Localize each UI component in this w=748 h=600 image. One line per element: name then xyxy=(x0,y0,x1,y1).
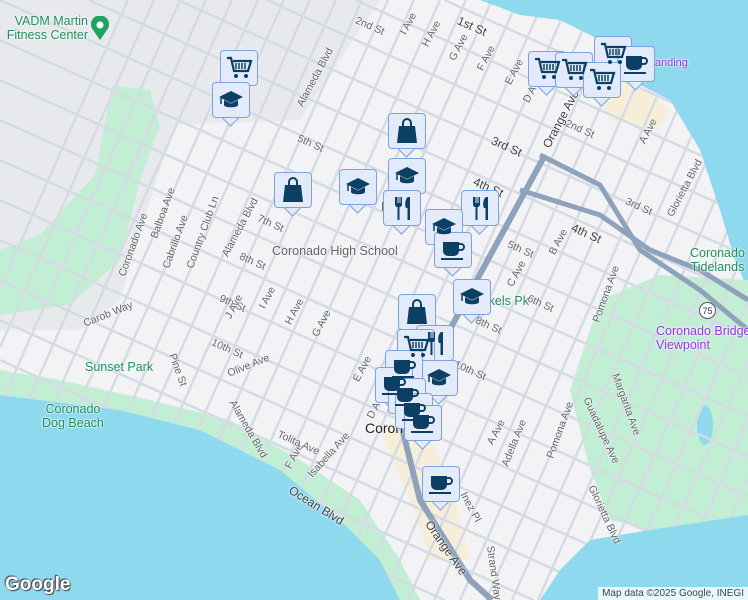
poi-sunset-park[interactable]: Sunset Park xyxy=(85,360,153,374)
shopping-bag-icon xyxy=(388,113,426,149)
map-attribution[interactable]: Map data ©2025 Google, INEGI xyxy=(598,587,748,600)
shopping-bag-icon xyxy=(398,294,436,330)
graduation-cap-icon xyxy=(453,279,491,315)
poi-bridge-viewpoint[interactable]: Coronado Bridge Viewpoint xyxy=(656,324,748,352)
grocery-marker[interactable] xyxy=(583,62,621,108)
cafe-marker[interactable] xyxy=(422,466,460,512)
graduation-cap-icon xyxy=(420,360,458,396)
school-marker[interactable] xyxy=(212,82,250,128)
google-logo: Google xyxy=(5,574,71,595)
poi-fitness-center[interactable]: VADM Martin Fitness Center xyxy=(0,14,88,42)
poi-tidelands[interactable]: Coronado Tidelands xyxy=(690,246,745,274)
shopping-marker[interactable] xyxy=(388,113,426,159)
shopping-cart-icon xyxy=(583,62,621,98)
shopping-cart-icon xyxy=(220,50,258,86)
restaurant-marker[interactable] xyxy=(461,190,499,236)
shopping-marker[interactable] xyxy=(274,172,312,218)
poi-high-school[interactable]: Coronado High School xyxy=(272,244,398,258)
cafe-marker[interactable] xyxy=(404,405,442,451)
poi-dog-beach[interactable]: Coronado Dog Beach xyxy=(42,402,104,430)
shopping-bag-icon xyxy=(274,172,312,208)
restaurant-marker[interactable] xyxy=(383,190,421,236)
graduation-cap-icon xyxy=(388,158,426,194)
graduation-cap-icon xyxy=(212,82,250,118)
fork-knife-icon xyxy=(461,190,499,226)
cafe-marker[interactable] xyxy=(434,232,472,278)
fork-knife-icon xyxy=(383,190,421,226)
coffee-cup-icon xyxy=(434,232,472,268)
school-marker[interactable] xyxy=(339,169,377,215)
fitness-center-pin-icon[interactable] xyxy=(90,15,110,40)
coffee-cup-icon xyxy=(404,405,442,441)
highway-shield-icon: 75 xyxy=(699,302,716,319)
coffee-cup-icon xyxy=(422,466,460,502)
cafe-marker[interactable] xyxy=(617,46,655,92)
map-canvas[interactable]: VADM Martin Fitness Center Coronado High… xyxy=(0,0,748,600)
graduation-cap-icon xyxy=(339,169,377,205)
coffee-cup-icon xyxy=(617,46,655,82)
school-marker[interactable] xyxy=(453,279,491,325)
